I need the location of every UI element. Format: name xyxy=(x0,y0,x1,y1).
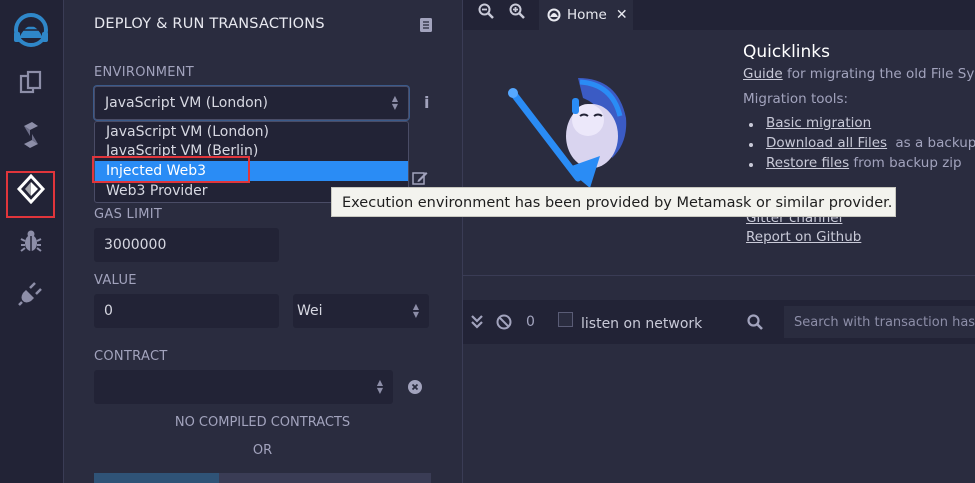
report-github-link[interactable]: Report on Github xyxy=(746,229,861,245)
download-suffix: as a backup zip xyxy=(895,135,975,151)
terminal-bar: 0 listen on network Search with transact… xyxy=(463,300,975,344)
environment-tooltip: Execution environment has been provided … xyxy=(331,187,896,217)
select-arrows-icon: ▲ ▼ xyxy=(412,302,419,319)
download-line: Download all Files as a backup zip xyxy=(766,135,975,151)
value-unit: Wei xyxy=(297,303,323,319)
main-area: Home ✕ Quicklinks Guide for migrating th… xyxy=(463,0,975,483)
selected-option-highlight xyxy=(92,156,250,183)
download-all-link[interactable]: Download all Files xyxy=(766,135,887,151)
value-unit-select[interactable]: Wei ▲ ▼ xyxy=(293,294,429,328)
debugger-icon[interactable] xyxy=(0,218,62,264)
tab-home[interactable]: Home ✕ xyxy=(539,0,633,30)
remix-home-icon xyxy=(547,8,561,22)
at-address-button-fill xyxy=(94,473,219,483)
search-placeholder: Search with transaction hash or address xyxy=(794,314,975,330)
select-arrows-icon: ▲ ▼ xyxy=(376,378,383,395)
divider xyxy=(463,275,975,276)
file-explorers-icon[interactable] xyxy=(0,60,62,106)
gas-limit-label: GAS LIMIT xyxy=(94,207,163,222)
active-plugin-highlight xyxy=(6,171,55,218)
bullet xyxy=(749,143,753,147)
documentation-icon[interactable] xyxy=(420,17,432,36)
environment-option[interactable]: JavaScript VM (London) xyxy=(95,122,408,142)
bullet xyxy=(749,123,753,127)
gas-limit-input[interactable]: 3000000 xyxy=(94,228,279,262)
restore-line: Restore files from backup zip xyxy=(766,155,962,171)
basic-migration-link[interactable]: Basic migration xyxy=(766,115,871,131)
no-contracts-text: NO COMPILED CONTRACTS xyxy=(174,415,351,430)
contract-select[interactable]: ▲ ▼ xyxy=(94,370,393,404)
panel-title: DEPLOY & RUN TRANSACTIONS xyxy=(94,16,325,32)
environment-select[interactable]: JavaScript VM (London) ▲ ▼ xyxy=(94,86,409,120)
migration-tools-label: Migration tools: xyxy=(743,91,849,107)
clear-contract-icon[interactable] xyxy=(408,379,422,398)
listen-network-label: listen on network xyxy=(581,316,703,332)
guide-link[interactable]: Guide xyxy=(743,66,783,82)
tab-bar: Home ✕ xyxy=(463,0,975,30)
transaction-search-input[interactable]: Search with transaction hash or address xyxy=(784,306,975,338)
info-icon[interactable]: i xyxy=(424,93,429,112)
tab-home-label: Home xyxy=(567,7,607,23)
select-arrows-icon: ▲ ▼ xyxy=(391,94,398,111)
close-tab-icon[interactable]: ✕ xyxy=(616,7,628,23)
listen-network-checkbox[interactable] xyxy=(558,312,573,327)
plugin-manager-icon[interactable] xyxy=(0,270,62,316)
remix-mascot-image xyxy=(508,68,638,202)
environment-label: ENVIRONMENT xyxy=(94,65,195,80)
value-amount: 0 xyxy=(104,303,113,319)
clear-console-icon[interactable] xyxy=(496,314,512,334)
bullet xyxy=(749,163,753,167)
or-text: OR xyxy=(252,443,273,458)
terminal-body xyxy=(463,344,975,483)
home-body: Quicklinks Guide for migrating the old F… xyxy=(463,30,975,275)
zoom-in-icon[interactable] xyxy=(509,3,525,23)
at-address-button[interactable] xyxy=(94,473,431,483)
solidity-compiler-icon[interactable] xyxy=(0,112,62,158)
contract-label: CONTRACT xyxy=(94,349,168,364)
guide-line: Guide for migrating the old File System xyxy=(743,66,975,82)
icon-sidebar xyxy=(0,0,64,483)
zoom-out-icon[interactable] xyxy=(478,3,494,23)
quicklinks-title: Quicklinks xyxy=(743,42,830,62)
remix-logo-icon[interactable] xyxy=(0,6,62,52)
guide-text: for migrating the old File System xyxy=(786,66,975,82)
value-label: VALUE xyxy=(94,273,137,288)
toggle-terminal-icon[interactable] xyxy=(471,314,483,333)
deploy-run-panel: DEPLOY & RUN TRANSACTIONS ENVIRONMENT Ja… xyxy=(64,0,463,483)
pending-tx-count: 0 xyxy=(526,314,535,330)
search-icon[interactable] xyxy=(747,314,763,334)
gas-limit-value: 3000000 xyxy=(104,237,167,253)
restore-files-link[interactable]: Restore files xyxy=(766,155,849,171)
basic-migration-line: Basic migration xyxy=(766,115,871,131)
restore-suffix: from backup zip xyxy=(853,155,962,171)
environment-value: JavaScript VM (London) xyxy=(105,95,268,111)
value-input[interactable]: 0 xyxy=(94,294,279,328)
